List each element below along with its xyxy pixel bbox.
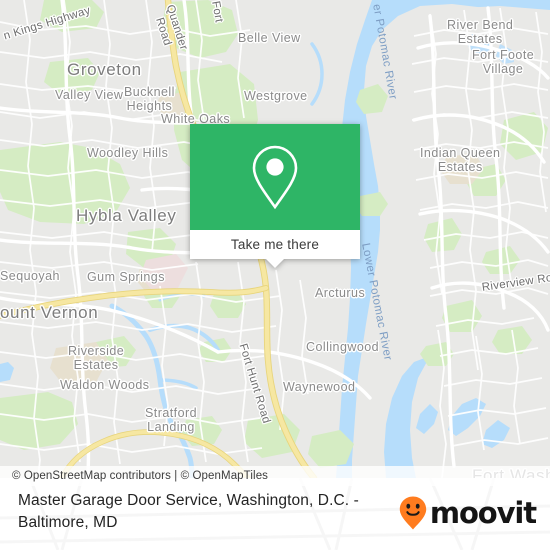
map-canvas[interactable]: n Kings Highway Quander Road Fort Belle Vie…: [0, 0, 550, 478]
moovit-logo[interactable]: moovit: [399, 495, 537, 530]
location-popup[interactable]: Take me there: [190, 124, 360, 268]
footer: Master Garage Door Service, Washington, …: [0, 478, 550, 550]
popup-marker-area: [190, 124, 360, 230]
take-me-there-button[interactable]: Take me there: [190, 230, 360, 268]
map-screenshot: n Kings Highway Quander Road Fort Belle Vie…: [0, 0, 550, 550]
take-me-there-label: Take me there: [230, 237, 320, 252]
moovit-wordmark: moovit: [429, 495, 537, 530]
attribution-bar: © OpenStreetMap contributors | © OpenMap…: [0, 466, 550, 486]
moovit-smiley-pin-icon: [399, 496, 427, 530]
popup-pointer: [265, 258, 285, 268]
page-title: Master Garage Door Service, Washington, …: [18, 492, 359, 531]
map-pin-icon: [252, 145, 298, 210]
attribution-text[interactable]: © OpenStreetMap contributors | © OpenMap…: [0, 470, 268, 482]
